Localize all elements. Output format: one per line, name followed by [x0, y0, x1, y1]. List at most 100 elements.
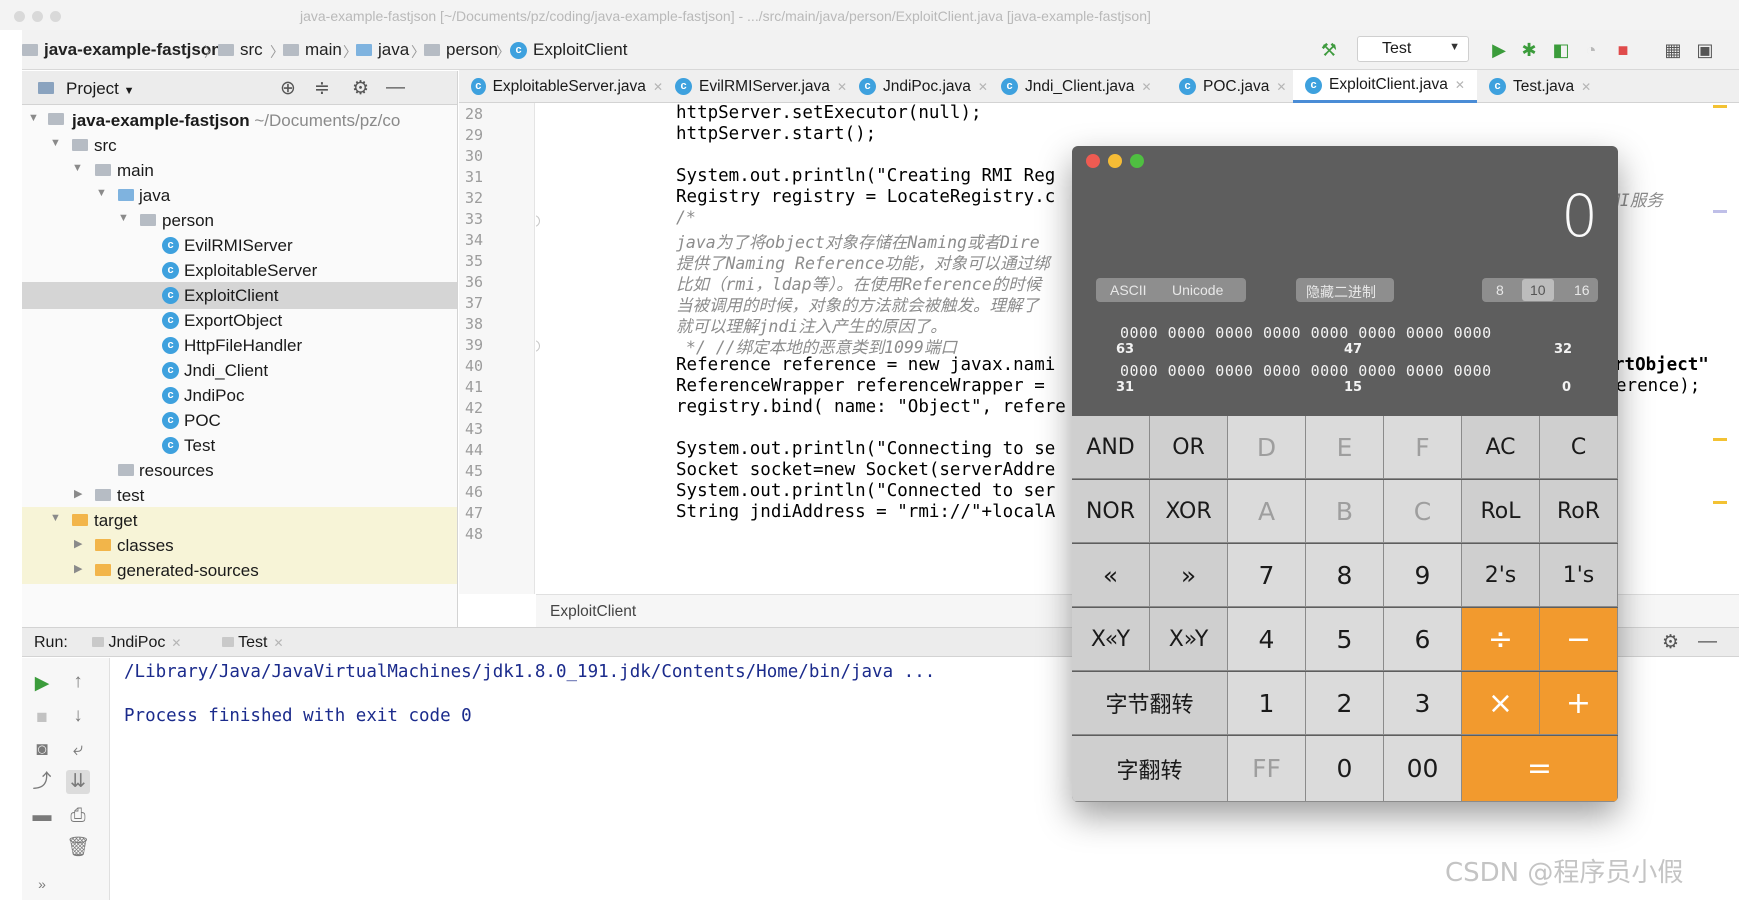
tree-item-generated-sources[interactable]: ▶ generated-sources [22, 557, 457, 584]
tab-exploitableserver[interactable]: c ExploitableServer.java ✕ [459, 70, 663, 103]
tab-exploitclient[interactable]: c ExploitClient.java ✕ [1293, 70, 1477, 103]
tree-item-classes[interactable]: ▶ classes [22, 532, 457, 559]
project-view-select[interactable]: Project ▼ [66, 79, 135, 99]
ascii-option[interactable]: ASCII [1110, 282, 1147, 298]
tree-item-test-class[interactable]: c Test [22, 432, 457, 459]
key-4[interactable]: 4 [1228, 608, 1306, 671]
key-byte-flip[interactable]: 字节翻转 [1072, 672, 1228, 735]
layout-icon[interactable]: ▣ [1694, 39, 1716, 61]
key-2[interactable]: 2 [1306, 672, 1384, 735]
warning-marker-icon[interactable] [1713, 105, 1727, 108]
key-shift-right[interactable]: » [1150, 544, 1228, 607]
tree-item-target[interactable]: ▼ target [22, 507, 457, 534]
tab-poc[interactable]: c POC.java ✕ [1167, 70, 1293, 103]
key-8[interactable]: 8 [1306, 544, 1384, 607]
restore-layout-icon[interactable]: ⤴ [30, 770, 54, 794]
project-structure-icon[interactable]: ▦ [1662, 39, 1684, 61]
locate-file-icon[interactable]: ⊕ [280, 77, 296, 100]
base-option-active[interactable]: 10 [1522, 279, 1554, 301]
soft-wrap-icon[interactable]: ⤶ [66, 738, 90, 762]
close-tab-icon[interactable]: ✕ [274, 636, 284, 650]
key-clear[interactable]: C [1540, 416, 1618, 479]
tree-item-exploitableserver[interactable]: c ExploitableServer [22, 257, 457, 284]
close-tab-icon[interactable]: ✕ [1581, 80, 1591, 94]
key-divide[interactable]: ÷ [1462, 608, 1540, 671]
stop-icon[interactable]: ■ [30, 706, 54, 730]
tree-item-main[interactable]: ▼ main [22, 157, 457, 184]
stop-icon[interactable]: ■ [1612, 39, 1634, 61]
key-and[interactable]: AND [1072, 416, 1150, 479]
fold-marker-icon[interactable] [536, 215, 540, 227]
breadcrumb-main[interactable]: main [283, 40, 342, 60]
hide-panel-icon[interactable]: — [1698, 631, 1717, 653]
tree-item-httpfilehandler[interactable]: c HttpFileHandler [22, 332, 457, 359]
tree-item-jndipoc[interactable]: c JndiPoc [22, 382, 457, 409]
key-9[interactable]: 9 [1384, 544, 1462, 607]
key-x-shift-right-y[interactable]: X»Y [1150, 608, 1228, 671]
info-marker-icon[interactable] [1713, 210, 1727, 213]
key-b[interactable]: B [1306, 480, 1384, 543]
key-nor[interactable]: NOR [1072, 480, 1150, 543]
key-a[interactable]: A [1228, 480, 1306, 543]
tab-evilrmiserver[interactable]: c EvilRMIServer.java ✕ [663, 70, 847, 103]
tree-item-java[interactable]: ▼ java [22, 182, 457, 209]
key-equals[interactable]: = [1462, 736, 1618, 802]
base-option[interactable]: 16 [1574, 282, 1590, 298]
breadcrumb-class[interactable]: c ExploitClient [510, 40, 628, 60]
scroll-to-end-icon[interactable]: ⇊ [66, 770, 90, 794]
tree-item-exploitclient[interactable]: c ExploitClient [22, 282, 457, 309]
close-window-icon[interactable] [14, 11, 25, 22]
close-tab-icon[interactable]: ✕ [653, 80, 663, 94]
key-subtract[interactable]: − [1540, 608, 1618, 671]
breadcrumb-src[interactable]: src [218, 40, 263, 60]
key-rotate-right[interactable]: RoR [1540, 480, 1618, 543]
key-word-flip[interactable]: 字翻转 [1072, 736, 1228, 802]
more-icon[interactable]: » [30, 872, 54, 896]
key-x-shift-left-y[interactable]: X«Y [1072, 608, 1150, 671]
tab-jndipoc[interactable]: c JndiPoc.java ✕ [847, 70, 989, 103]
close-tab-icon[interactable]: ✕ [837, 80, 847, 94]
key-xor[interactable]: XOR [1150, 480, 1228, 543]
key-multiply[interactable]: × [1462, 672, 1540, 735]
breadcrumb-project[interactable]: java-example-fastjson [22, 40, 222, 60]
key-ones-complement[interactable]: 1's [1540, 544, 1618, 607]
tree-item-src[interactable]: ▼ src [22, 132, 457, 159]
current-class-label[interactable]: ExploitClient [550, 603, 636, 621]
key-shift-left[interactable]: « [1072, 544, 1150, 607]
close-tab-icon[interactable]: ✕ [1141, 80, 1151, 94]
key-00[interactable]: 00 [1384, 736, 1462, 802]
unicode-option[interactable]: Unicode [1172, 282, 1223, 298]
camera-icon[interactable]: ◙ [30, 738, 54, 762]
collapse-all-icon[interactable]: ≑ [314, 77, 330, 100]
minimize-window-icon[interactable] [1108, 154, 1122, 168]
zoom-window-icon[interactable] [50, 11, 61, 22]
tab-test[interactable]: c Test.java ✕ [1477, 70, 1603, 103]
build-hammer-icon[interactable]: ⚒ [1318, 39, 1340, 61]
key-twos-complement[interactable]: 2's [1462, 544, 1540, 607]
up-arrow-icon[interactable]: ↑ [66, 670, 90, 694]
breadcrumb-person[interactable]: person [424, 40, 498, 60]
gear-icon[interactable]: ⚙ [1662, 631, 1679, 654]
minimize-window-icon[interactable] [32, 11, 43, 22]
warning-marker-icon[interactable] [1713, 501, 1727, 504]
tree-item-project-root[interactable]: ▼ java-example-fastjson ~/Documents/pz/c… [22, 107, 457, 134]
hide-binary-button[interactable]: 隐藏二进制 [1296, 278, 1394, 302]
run-configuration-select[interactable]: Test ▼ [1357, 36, 1469, 62]
key-f[interactable]: F [1384, 416, 1462, 479]
tab-jndi-client[interactable]: c Jndi_Client.java ✕ [989, 70, 1167, 103]
key-d[interactable]: D [1228, 416, 1306, 479]
close-tab-icon[interactable]: ✕ [171, 636, 181, 650]
binary-bits-upper[interactable]: 0000 0000 0000 0000 0000 0000 0000 0000 [1120, 324, 1492, 342]
layout-icon[interactable]: ▬ [30, 804, 54, 828]
run-tab-test[interactable]: Test ✕ [222, 634, 284, 652]
rerun-icon[interactable]: ▶ [30, 672, 54, 696]
key-e[interactable]: E [1306, 416, 1384, 479]
tree-item-exportobject[interactable]: c ExportObject [22, 307, 457, 334]
key-6[interactable]: 6 [1384, 608, 1462, 671]
zoom-window-icon[interactable] [1130, 154, 1144, 168]
key-all-clear[interactable]: AC [1462, 416, 1540, 479]
key-0[interactable]: 0 [1306, 736, 1384, 802]
tree-item-evilrmiserver[interactable]: c EvilRMIServer [22, 232, 457, 259]
debug-icon[interactable]: ✱ [1518, 39, 1540, 61]
print-icon[interactable]: ⎙ [66, 804, 90, 828]
